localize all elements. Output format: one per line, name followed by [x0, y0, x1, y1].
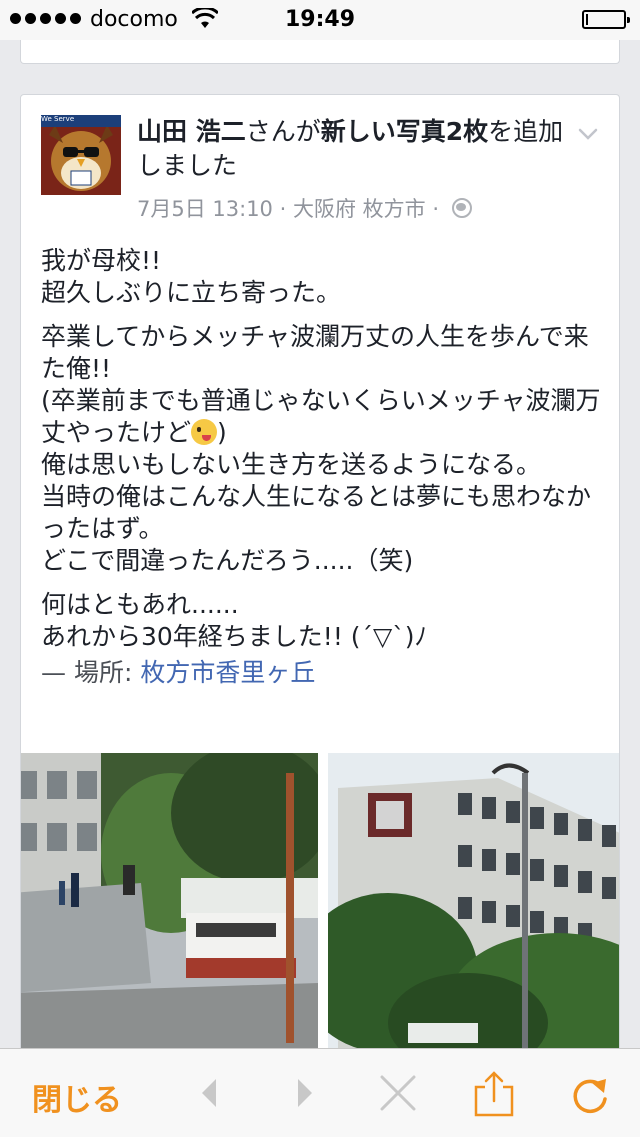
photos-link[interactable]: 新しい写真2枚 [321, 117, 488, 146]
chevron-down-icon[interactable] [577, 123, 599, 145]
place-line: — 場所: 枚方市香里ヶ丘 [41, 657, 601, 689]
previous-card [20, 40, 620, 64]
post-card: We Serve 山田 浩二さんが新しい写真2枚を追加しました 7月5日 13:… [20, 94, 620, 1094]
message-line: 超久しぶりに立ち寄った。 [41, 278, 342, 307]
stop-icon[interactable] [374, 1069, 422, 1117]
message-line: 何はともあれ...... [41, 590, 239, 619]
photo-school-building[interactable] [328, 753, 619, 1053]
place-prefix: — 場所: [41, 658, 141, 687]
close-button[interactable]: 閉じる [32, 1075, 122, 1119]
meta-separator: · [432, 197, 440, 221]
back-icon[interactable] [186, 1069, 234, 1117]
message-line: 卒業してからメッチャ波瀾万丈の人生を歩んで来た俺!! [41, 322, 589, 383]
message-text: ) [217, 418, 227, 447]
avatar-badge: We Serve [41, 115, 121, 127]
paragraph-1: 我が母校!! 超久しぶりに立ち寄った。 [41, 245, 601, 309]
message-line: (卒業前までも普通じゃないくらいメッチャ波瀾万丈やったけど) [41, 385, 601, 449]
meta-separator: · [279, 197, 287, 221]
place-link[interactable]: 枚方市香里ヶ丘 [140, 658, 315, 687]
story-header: 山田 浩二さんが新しい写真2枚を追加しました [137, 115, 577, 183]
message-line: 当時の俺はこんな人生になるとは夢にも思わなかったはず。 [41, 482, 592, 543]
avatar[interactable]: We Serve [41, 115, 121, 195]
forward-icon[interactable] [280, 1069, 328, 1117]
message-line: 俺は思いもしない生き方を送るようになる。 [41, 450, 542, 479]
paragraph-3: 何はともあれ...... あれから30年経ちました!! (´▽`)ﾉ — 場所:… [41, 589, 601, 689]
battery-icon [582, 10, 630, 29]
post-message: 我が母校!! 超久しぶりに立ち寄った。 卒業してからメッチャ波瀾万丈の人生を歩ん… [41, 245, 601, 701]
paragraph-2: 卒業してからメッチャ波瀾万丈の人生を歩んで来た俺!! (卒業前までも普通じゃない… [41, 321, 601, 577]
status-time: 19:49 [284, 7, 356, 32]
browser-toolbar: 閉じる [0, 1048, 640, 1137]
status-bar: docomo 19:49 [0, 0, 640, 40]
share-icon[interactable] [470, 1069, 518, 1117]
message-line: 我が母校!! [41, 246, 162, 275]
winking-tongue-emoji-icon [191, 419, 218, 445]
post-meta: 7月5日 13:10 · 大阪府 枚方市 · [137, 193, 472, 223]
battery-level [586, 14, 588, 25]
message-line: あれから30年経ちました!! (´▽`)ﾉ [41, 622, 428, 651]
author-name[interactable]: 山田 浩二 [137, 117, 246, 146]
photo-school-gate[interactable] [21, 753, 318, 1053]
globe-icon [451, 198, 472, 218]
post-location[interactable]: 大阪府 枚方市 [293, 197, 426, 221]
message-text: (卒業前までも普通じゃないくらいメッチャ波瀾万丈やったけど [41, 386, 601, 447]
action-text-pre: さんが [245, 117, 321, 146]
owl-mascot-image [41, 115, 121, 195]
reload-icon[interactable] [566, 1069, 614, 1117]
message-line: どこで間違ったんだろう.....（笑) [41, 546, 414, 575]
post-date[interactable]: 7月5日 13:10 [137, 197, 273, 221]
